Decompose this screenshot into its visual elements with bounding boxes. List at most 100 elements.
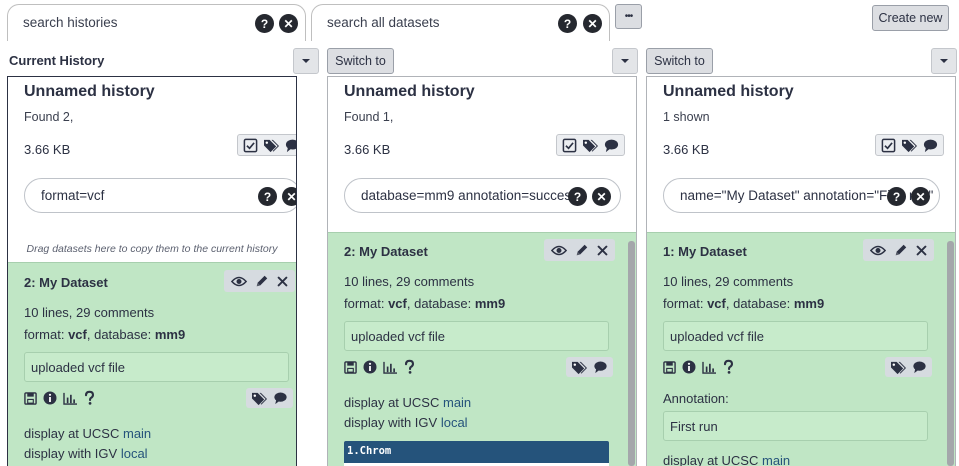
dataset-summary: 10 lines, 29 comments [663,274,794,289]
info-icon[interactable] [363,360,377,374]
filter-help-icon[interactable]: ? [568,187,587,206]
history-name[interactable]: Unnamed history [344,83,475,101]
filter-help-icon[interactable]: ? [887,187,906,206]
annotation-icon[interactable] [593,360,608,374]
select-items-icon[interactable] [243,138,258,153]
dataset-actions [863,239,934,261]
history-name[interactable]: Unnamed history [24,83,155,101]
tags-annotation-toggle [566,357,613,377]
search-datasets-input[interactable]: search all datasets [327,15,440,30]
info-icon[interactable] [43,391,57,405]
delete-icon[interactable] [597,245,608,256]
dataset-title[interactable]: 2: My Dataset [344,244,428,259]
pencil-icon[interactable] [255,274,269,288]
display-ucsc: display at UCSC main [24,426,152,441]
switch-to-button[interactable]: Switch to [646,48,713,74]
save-icon[interactable] [663,361,676,374]
history-dropdown-caret[interactable] [612,48,638,74]
annotation-icon[interactable] [273,391,288,405]
search-datasets-tab[interactable]: search all datasets ? ✕ [311,4,610,41]
save-icon[interactable] [344,361,357,374]
delete-icon[interactable] [916,245,927,256]
display-ucsc: display at UCSC main [344,395,472,410]
history-dropdown-caret[interactable] [931,48,957,74]
save-icon[interactable] [24,392,37,405]
peek-header: 1.Chrom [344,441,609,463]
delete-icon[interactable] [277,276,288,287]
clear-filter-icon[interactable]: ✕ [592,187,611,206]
history-size: 3.66 KB [344,142,391,157]
history-panel-3: Unnamed history 1 shown 3.66 KB name="My… [646,76,956,466]
dataset-format-line: format: vcf, database: mm9 [344,296,506,311]
history-dropdown-caret[interactable] [293,48,319,74]
pencil-icon[interactable] [894,243,908,257]
igv-local-link[interactable]: local [121,446,148,461]
dataset-title[interactable]: 1: My Dataset [663,244,747,259]
tags-icon[interactable] [901,138,918,153]
visualize-icon[interactable] [702,361,717,374]
ucsc-main-link[interactable]: main [123,426,151,441]
switch-to-button[interactable]: Switch to [327,48,394,74]
tags-icon[interactable] [263,138,280,153]
scrollbar[interactable] [628,241,635,466]
tags-icon[interactable] [582,138,599,153]
history-actions [875,134,944,156]
dataset-summary: 10 lines, 29 comments [24,305,155,320]
annotation-icon[interactable] [923,138,938,153]
annotation-icon[interactable] [912,360,927,374]
pencil-icon[interactable] [575,243,589,257]
annotation-value[interactable]: First run [663,411,928,441]
dataset-operations [344,359,415,375]
annotation-label: Annotation: [663,391,729,406]
history-filter-input[interactable]: format=vcf ? ✕ [24,178,296,213]
eye-icon[interactable] [870,244,886,257]
history-name[interactable]: Unnamed history [663,83,794,101]
dataset-info: uploaded vcf file [24,352,289,382]
history-panel-2: Unnamed history Found 1, 3.66 KB databas… [327,76,637,466]
eye-icon[interactable] [551,244,567,257]
question-icon[interactable] [84,390,95,406]
history-actions [237,134,297,156]
tags-icon[interactable] [571,360,588,375]
clear-search-icon[interactable]: ✕ [279,14,298,33]
ucsc-main-link[interactable]: main [762,453,790,466]
dataset-actions [224,270,295,292]
found-count: 1 shown [663,110,710,124]
visualize-icon[interactable] [63,392,78,405]
clear-filter-icon[interactable]: ✕ [282,187,296,206]
tags-icon[interactable] [251,391,268,406]
question-icon[interactable] [723,359,734,375]
igv-local-link[interactable]: local [441,415,468,430]
question-icon[interactable] [404,359,415,375]
eye-icon[interactable] [231,275,247,288]
more-options-button[interactable]: ••• [615,4,642,29]
tags-annotation-toggle [246,388,293,408]
search-histories-tab[interactable]: search histories ? ✕ [7,4,306,41]
select-items-icon[interactable] [881,138,896,153]
dataset-title[interactable]: 2: My Dataset [24,275,108,290]
visualize-icon[interactable] [383,361,398,374]
display-igv: display with IGV local [344,415,468,430]
filter-help-icon[interactable]: ? [258,187,277,206]
display-igv: display with IGV local [24,446,148,461]
clear-filter-icon[interactable]: ✕ [911,187,930,206]
history-filter-input[interactable]: database=mm9 annotation=success ? ✕ [344,178,621,213]
search-histories-input[interactable]: search histories [23,15,118,30]
tags-icon[interactable] [890,360,907,375]
dataset-operations [663,359,734,375]
found-count: Found 2, [24,110,74,124]
annotation-icon[interactable] [604,138,619,153]
help-icon[interactable]: ? [255,14,274,33]
history-filter-input[interactable]: name="My Dataset" annotation="First run"… [663,178,940,213]
annotation-icon[interactable] [285,138,297,153]
drag-drop-hint: Drag datasets here to copy them to the c… [26,243,278,255]
help-icon[interactable]: ? [558,14,577,33]
info-icon[interactable] [682,360,696,374]
ucsc-main-link[interactable]: main [443,395,471,410]
display-ucsc: display at UCSC main [663,453,791,466]
scrollbar[interactable] [947,241,954,466]
select-items-icon[interactable] [562,138,577,153]
current-history-label: Current History [9,53,105,68]
create-new-button[interactable]: Create new [872,5,949,31]
clear-search-icon[interactable]: ✕ [583,14,602,33]
